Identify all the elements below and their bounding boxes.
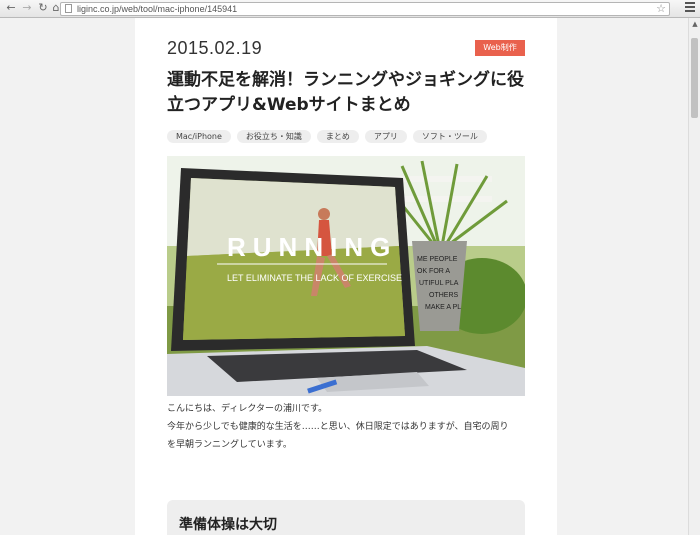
svg-text:MAKE A PL: MAKE A PL (425, 304, 461, 311)
hero-image: ME PEOPLE OK FOR A UTIFUL PLA OTHERS MAK… (167, 156, 525, 396)
tag-tips[interactable]: お役立ち・知識 (236, 130, 311, 143)
body-paragraph: こんにちは、ディレクターの浦川です。 (167, 404, 328, 414)
svg-text:OTHERS: OTHERS (429, 292, 459, 299)
section-heading: 準備体操は大切 (179, 517, 277, 533)
url-text[interactable]: liginc.co.jp/web/tool/mac-iphone/145941 (77, 3, 237, 15)
article-card: 2015.02.19 Web制作 運動不足を解消！ランニングやジョギングに役立つ… (135, 18, 557, 535)
article-title: 運動不足を解消！ランニングやジョギングに役立つアプリ&Webサイトまとめ (167, 70, 524, 115)
body-paragraph: を早朝ランニングしています。 (167, 440, 292, 450)
page-viewport: 2015.02.19 Web制作 運動不足を解消！ランニングやジョギングに役立つ… (0, 18, 688, 535)
svg-text:RUNNING: RUNNING (227, 232, 397, 262)
vertical-scrollbar[interactable]: ▲ (688, 18, 700, 535)
svg-text:UTIFUL PLA: UTIFUL PLA (419, 280, 459, 287)
reload-icon[interactable]: ↻ (36, 1, 50, 15)
tag-apps[interactable]: アプリ (364, 130, 407, 143)
hero-illustration: ME PEOPLE OK FOR A UTIFUL PLA OTHERS MAK… (167, 156, 525, 396)
scroll-thumb[interactable] (691, 38, 698, 118)
body-paragraph: 今年から少しでも健康的な生活を……と思い、休日限定ではありますが、自宅の周り (167, 422, 509, 432)
category-badge[interactable]: Web制作 (475, 40, 525, 56)
tag-list: Mac/iPhone お役立ち・知識 まとめ アプリ ソフト・ツール (167, 130, 493, 149)
tag-software-tools[interactable]: ソフト・ツール (412, 130, 487, 143)
back-arrow-icon[interactable]: ← (4, 1, 18, 15)
scroll-up-arrow-icon[interactable]: ▲ (689, 18, 700, 30)
svg-text:LET ELIMINATE THE LACK OF EXER: LET ELIMINATE THE LACK OF EXERCISE (227, 273, 402, 283)
article-body: こんにちは、ディレクターの浦川です。 今年から少しでも健康的な生活を……と思い、… (167, 400, 527, 454)
svg-text:ME PEOPLE: ME PEOPLE (417, 256, 458, 263)
section-box: 準備体操は大切 (167, 500, 525, 535)
tag-summary[interactable]: まとめ (316, 130, 359, 143)
address-bar[interactable]: liginc.co.jp/web/tool/mac-iphone/145941 … (60, 2, 670, 16)
menu-icon[interactable] (685, 2, 695, 14)
bookmark-star-icon[interactable]: ☆ (656, 2, 666, 15)
forward-arrow-icon[interactable]: → (20, 1, 34, 15)
tag-mac-iphone[interactable]: Mac/iPhone (167, 130, 231, 143)
page-icon (65, 4, 72, 13)
article-date: 2015.02.19 (167, 38, 263, 58)
browser-toolbar: ← → ↻ ⌂ liginc.co.jp/web/tool/mac-iphone… (0, 0, 700, 18)
svg-text:OK FOR A: OK FOR A (417, 268, 450, 275)
